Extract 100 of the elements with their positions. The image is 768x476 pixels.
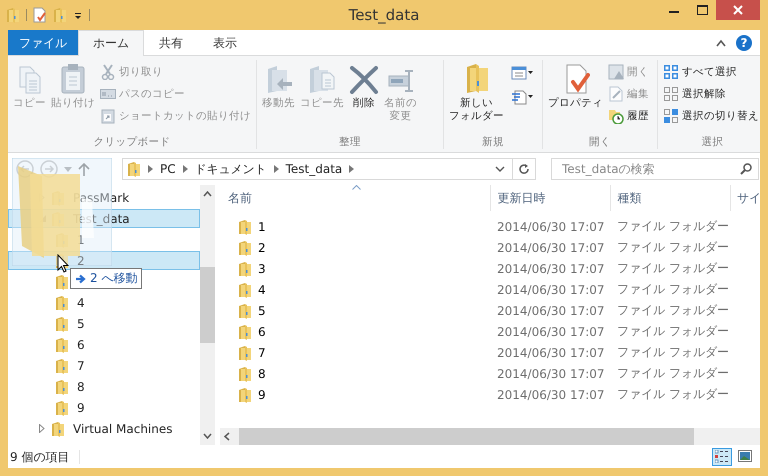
collapse-icon[interactable]	[716, 38, 726, 46]
tree-item[interactable]: 9	[8, 398, 200, 417]
type-cell-text: ファイル フォルダー	[617, 302, 730, 319]
file-name[interactable]: 6	[220, 324, 492, 340]
ribbon-button[interactable]: 新しい フォルダー	[447, 60, 506, 136]
date-cell-text: 2014/06/30 17:07	[496, 262, 606, 276]
type-cell-text: ファイル フォルダー	[617, 239, 730, 256]
group-label: 新規	[481, 136, 505, 149]
date-cell-text: 2014/06/30 17:07	[496, 324, 606, 338]
ribbon-button[interactable]: 選択の切り替え	[661, 106, 760, 126]
column-header[interactable]: 種類	[610, 185, 730, 211]
maximize-icon	[696, 5, 708, 15]
tree-item[interactable]: 4	[8, 293, 200, 312]
group-label: 選択	[700, 136, 724, 149]
scrollbar-thumb[interactable]	[239, 428, 694, 445]
file-name[interactable]: 8	[220, 366, 492, 382]
tree-item[interactable]: 7	[8, 356, 200, 375]
item-count: 9 個の項目	[10, 450, 80, 464]
column-header[interactable]: 名前	[220, 185, 490, 211]
date-cell-text: 2014/06/30 17:07	[496, 282, 606, 296]
ribbon-tab[interactable]: 共有	[144, 30, 198, 55]
ribbon-tab[interactable]: ホーム	[78, 30, 144, 56]
folder-icon	[55, 336, 69, 352]
ribbon-tab[interactable]: 表示	[198, 30, 252, 55]
folder-icon	[238, 218, 252, 234]
type-cell-text: ファイル フォルダー	[617, 260, 730, 277]
folder-icon	[55, 294, 69, 310]
ribbon-button[interactable]: すべて選択	[661, 62, 760, 82]
new-folder-icon	[53, 7, 67, 23]
date-cell-text: 2014/06/30 17:07	[496, 220, 606, 234]
file-name[interactable]: 2	[220, 240, 492, 256]
folder-icon	[238, 324, 252, 340]
up-arrow-icon[interactable]	[78, 162, 90, 176]
path-icon	[100, 86, 116, 102]
new-item-icon[interactable]	[511, 65, 535, 81]
tree-item[interactable]: 8	[8, 377, 200, 396]
date-cell-text: 2014/06/30 17:07	[496, 346, 606, 360]
refresh-icon[interactable]	[518, 163, 530, 175]
properties-icon[interactable]	[33, 7, 47, 23]
chevron-icon[interactable]	[349, 165, 354, 173]
column-header[interactable]: サイ	[730, 185, 760, 211]
help-button[interactable]: ?	[736, 34, 752, 50]
type-cell-text: ファイル フォルダー	[617, 365, 730, 382]
file-name[interactable]: 9	[220, 386, 492, 402]
tree-item[interactable]: 6	[8, 335, 200, 354]
file-name[interactable]: 4	[220, 282, 492, 298]
folder-icon	[55, 316, 69, 332]
scrollbar-thumb[interactable]	[200, 267, 215, 343]
scissors-icon	[100, 64, 116, 80]
group-label: 開く	[588, 136, 612, 149]
folder-icon	[51, 420, 65, 436]
breadcrumb[interactable]: PC	[160, 162, 176, 176]
select-all-icon	[663, 64, 679, 80]
column-header[interactable]: 更新日時	[490, 185, 610, 211]
ribbon-button[interactable]: 履歴	[606, 106, 651, 126]
folder-icon	[55, 400, 69, 416]
breadcrumb[interactable]: ドキュメント	[194, 160, 267, 178]
folder-icon	[238, 344, 252, 360]
ribbon-tab[interactable]: ファイル	[8, 30, 78, 55]
file-name[interactable]: 7	[220, 344, 492, 360]
dropdown-icon[interactable]	[495, 166, 505, 172]
view-button[interactable]	[712, 448, 732, 466]
date-cell-text: 2014/06/30 17:07	[496, 388, 606, 402]
chevron-icon[interactable]	[182, 165, 188, 173]
address-bar[interactable]: PC ドキュメント Test_data	[122, 158, 536, 180]
scroll-down-icon[interactable]	[203, 433, 212, 439]
date-cell-text: 2014/06/30 17:07	[496, 304, 606, 318]
cursor-icon	[57, 254, 69, 273]
drag-tooltip: 2 へ移動	[70, 268, 142, 289]
tree-item[interactable]: 5	[8, 314, 200, 333]
breadcrumb[interactable]: Test_data	[286, 162, 342, 176]
folder-icon	[238, 260, 252, 276]
type-cell-text: ファイル フォルダー	[617, 281, 730, 298]
folder-icon	[238, 240, 252, 256]
type-cell-text: ファイル フォルダー	[617, 386, 730, 403]
clipboard-icon	[59, 63, 87, 95]
close-button[interactable]	[716, 0, 760, 20]
folder-icon	[55, 358, 69, 374]
close-icon	[733, 5, 743, 15]
ribbon-button[interactable]: 削除	[347, 60, 381, 136]
ribbon-button[interactable]: プロパティ	[546, 60, 605, 136]
collapsed-arrow-icon[interactable]	[39, 424, 45, 433]
scroll-up-icon[interactable]	[203, 191, 212, 197]
type-cell-text: ファイル フォルダー	[617, 218, 730, 235]
ribbon-button[interactable]: 選択解除	[661, 84, 760, 104]
type-cell-text: ファイル フォルダー	[617, 323, 730, 340]
edit-icon	[608, 86, 624, 102]
chevron-icon[interactable]	[274, 165, 279, 173]
file-name[interactable]: 1	[220, 218, 492, 234]
open-icon	[608, 64, 624, 80]
select-none-icon	[663, 86, 679, 102]
search-icon[interactable]	[740, 163, 752, 175]
dropdown-icon[interactable]	[73, 10, 83, 20]
easy-access-icon[interactable]	[511, 89, 535, 105]
type-cell-text: ファイル フォルダー	[617, 344, 730, 361]
file-name[interactable]: 5	[220, 302, 492, 318]
search-field[interactable]: Test_dataの検索	[551, 158, 759, 180]
tree-item[interactable]: Virtual Machines	[8, 419, 200, 438]
file-name[interactable]: 3	[220, 260, 492, 276]
chevron-icon[interactable]	[148, 165, 153, 173]
